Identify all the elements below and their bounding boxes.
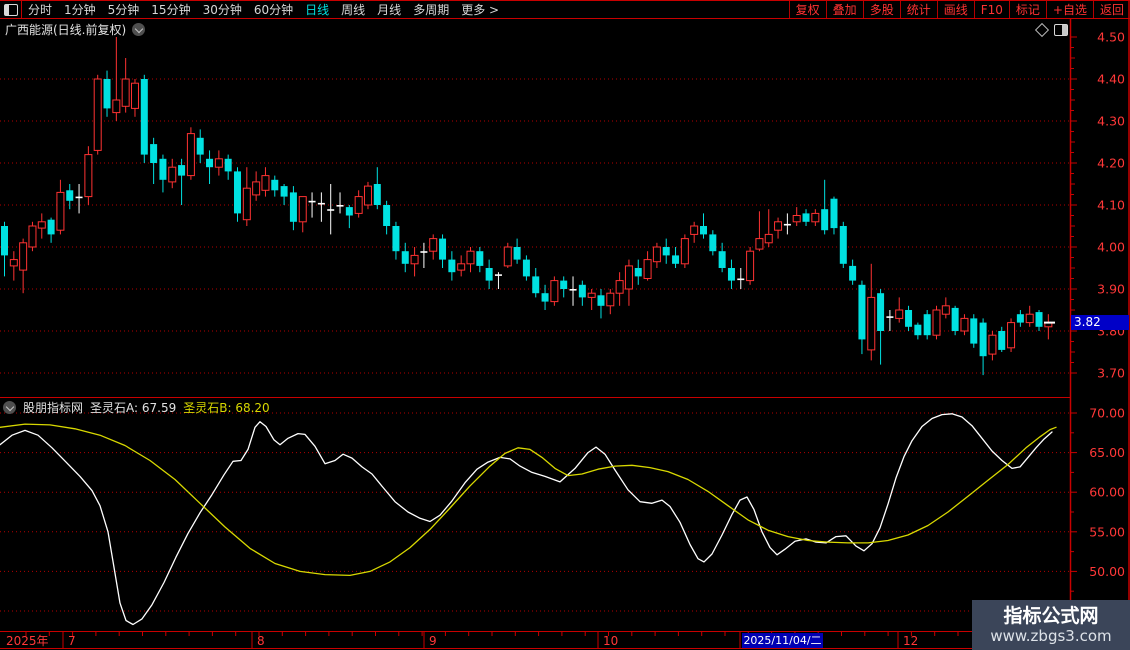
panel-layout-icon[interactable] — [1054, 24, 1068, 36]
svg-text:3.70: 3.70 — [1097, 366, 1125, 381]
toolbar-action-button-5[interactable]: F10 — [973, 1, 1009, 18]
tab-period-10[interactable]: 更多 > — [455, 1, 505, 18]
axis-labels: 4.504.404.304.204.104.003.903.803.7070.0… — [6, 30, 1125, 649]
svg-text:4.30: 4.30 — [1097, 114, 1125, 129]
collapse-chevron-icon[interactable] — [3, 401, 16, 414]
tab-period-5[interactable]: 60分钟 — [248, 1, 299, 18]
svg-text:3.90: 3.90 — [1097, 282, 1125, 297]
svg-text:12: 12 — [903, 634, 918, 648]
diamond-icon[interactable] — [1034, 22, 1050, 38]
toolbar-action-button-0[interactable]: 复权 — [788, 1, 826, 18]
toolbar-action-button-3[interactable]: 统计 — [899, 1, 937, 18]
tab-period-9[interactable]: 多周期 — [407, 1, 455, 18]
period-tabs: 分时 1分钟 5分钟 15分钟 30分钟 60分钟 日线 周线 月线 多周期 更多 > — [22, 1, 505, 18]
watermark-url: www.zbgs3.com — [990, 627, 1112, 645]
svg-text:4.40: 4.40 — [1097, 72, 1125, 87]
svg-text:60.00: 60.00 — [1089, 485, 1125, 500]
indicator-lines — [0, 413, 1057, 626]
last-price-tag: 3.82 — [1071, 315, 1129, 330]
indicator-a-value: 圣灵石A: 67.59 — [90, 401, 177, 415]
watermark-title: 指标公式网 — [1003, 605, 1099, 627]
highlighted-date: 2025/11/04/二 — [742, 632, 823, 648]
svg-text:4.10: 4.10 — [1097, 198, 1125, 213]
svg-text:70.00: 70.00 — [1089, 406, 1125, 421]
tab-period-6[interactable]: 日线 — [299, 1, 335, 18]
svg-text:55.00: 55.00 — [1089, 524, 1125, 539]
toolbar: 分时 1分钟 5分钟 15分钟 30分钟 60分钟 日线 周线 月线 多周期 更多 > 复权 叠加 多股… — [0, 1, 1130, 18]
svg-text:4.20: 4.20 — [1097, 156, 1125, 171]
chart-canvas[interactable]: 4.504.404.304.204.104.003.903.803.7070.0… — [0, 0, 1130, 650]
toolbar-actions: 复权 叠加 多股 统计 画线 F10 标记 +自选 返回 — [788, 1, 1130, 18]
toolbar-action-button-1[interactable]: 叠加 — [825, 1, 863, 18]
watermark: 指标公式网 www.zbgs3.com — [972, 600, 1130, 650]
tab-period-1[interactable]: 1分钟 — [58, 1, 102, 18]
tab-period-8[interactable]: 月线 — [371, 1, 407, 18]
svg-text:65.00: 65.00 — [1089, 445, 1125, 460]
tab-period-3[interactable]: 15分钟 — [145, 1, 196, 18]
toolbar-action-button-8[interactable]: 返回 — [1092, 1, 1130, 18]
svg-text:50.00: 50.00 — [1089, 564, 1125, 579]
svg-text:9: 9 — [429, 634, 437, 648]
indicator-source-label: 股朋指标网 — [23, 401, 84, 415]
svg-text:4.00: 4.00 — [1097, 240, 1125, 255]
svg-text:7: 7 — [68, 634, 76, 648]
tab-period-7[interactable]: 周线 — [335, 1, 371, 18]
toolbar-action-button-7[interactable]: +自选 — [1045, 1, 1093, 18]
svg-text:2025年: 2025年 — [6, 634, 49, 648]
sidebar-toggle-icon[interactable] — [3, 3, 18, 16]
indicator-b-value: 圣灵石B: 68.20 — [183, 401, 270, 415]
tab-period-4[interactable]: 30分钟 — [197, 1, 248, 18]
symbol-title-row: 广西能源(日线.前复权) — [5, 21, 146, 38]
indicator-header: 股朋指标网 圣灵石A: 67.59 圣灵石B: 68.20 — [3, 399, 270, 416]
svg-text:8: 8 — [257, 634, 265, 648]
chart-corner-icons — [1034, 22, 1068, 38]
toolbar-action-button-2[interactable]: 多股 — [862, 1, 900, 18]
tab-period-0[interactable]: 分时 — [22, 1, 58, 18]
panel-toggle-cell[interactable] — [0, 1, 22, 18]
svg-text:4.50: 4.50 — [1097, 30, 1125, 45]
toolbar-action-button-6[interactable]: 标记 — [1008, 1, 1046, 18]
symbol-title: 广西能源(日线.前复权) — [5, 23, 127, 37]
candlestick-series — [1, 37, 1055, 376]
tab-period-2[interactable]: 5分钟 — [102, 1, 146, 18]
chevron-down-icon[interactable] — [132, 23, 146, 36]
svg-text:10: 10 — [603, 634, 618, 648]
toolbar-action-button-4[interactable]: 画线 — [936, 1, 974, 18]
